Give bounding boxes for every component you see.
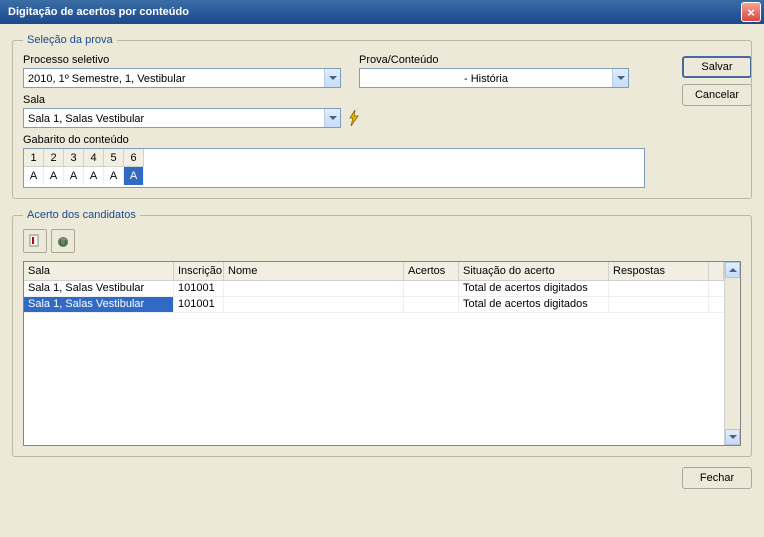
- cell-inscricao: 101001: [174, 281, 224, 296]
- close-button[interactable]: ×: [741, 2, 761, 22]
- combo-prova[interactable]: - História: [359, 68, 629, 88]
- table-row[interactable]: Sala 1, Salas Vestibular101001 Total de a…: [24, 281, 724, 297]
- table-row[interactable]: Sala 1, Salas Vestibular101001 Total de a…: [24, 297, 724, 313]
- window-title: Digitação de acertos por conteúdo: [8, 6, 189, 18]
- label-prova: Prova/Conteúdo: [359, 54, 629, 66]
- label-gabarito: Gabarito do conteúdo: [23, 134, 741, 146]
- close-bottom-button[interactable]: Fechar: [682, 467, 752, 489]
- add-row-button[interactable]: [23, 229, 47, 253]
- label-processo: Processo seletivo: [23, 54, 341, 66]
- cell-nome: [224, 297, 404, 312]
- scroll-down-icon[interactable]: [725, 429, 740, 445]
- gabarito-value-cell[interactable]: A: [44, 167, 64, 185]
- cell-acertos: [404, 281, 459, 296]
- cell-inscricao: 101001: [174, 297, 224, 312]
- gabarito-header-cell: 1: [24, 149, 44, 167]
- column-header-sala[interactable]: Sala: [24, 262, 174, 280]
- trash-icon: [56, 234, 70, 248]
- candidates-grid[interactable]: SalaInscriçãoNomeAcertosSituação do acer…: [23, 261, 741, 446]
- vertical-scrollbar[interactable]: [724, 262, 740, 445]
- gabarito-value-cell[interactable]: A: [84, 167, 104, 185]
- legend-acerto: Acerto dos candidatos: [23, 209, 140, 221]
- cell-acertos: [404, 297, 459, 312]
- column-header-respostas[interactable]: Respostas: [609, 262, 709, 280]
- gabarito-value-cell[interactable]: A: [104, 167, 124, 185]
- column-header-acertos[interactable]: Acertos: [404, 262, 459, 280]
- gabarito-grid[interactable]: 1A2A3A4A5A6A: [23, 148, 645, 188]
- column-header-inscricao[interactable]: Inscrição: [174, 262, 224, 280]
- cell-nome: [224, 281, 404, 296]
- cell-sala: Sala 1, Salas Vestibular: [24, 281, 174, 296]
- gabarito-value-cell[interactable]: A: [124, 167, 144, 185]
- gabarito-header-cell: 2: [44, 149, 64, 167]
- gabarito-value-cell[interactable]: A: [64, 167, 84, 185]
- column-header-spacer: [709, 262, 724, 280]
- combo-processo[interactable]: 2010, 1º Semestre, 1, Vestibular: [23, 68, 341, 88]
- document-icon: [28, 234, 42, 248]
- legend-selecao: Seleção da prova: [23, 34, 117, 46]
- scroll-up-icon[interactable]: [725, 262, 740, 278]
- fieldset-acerto-candidatos: Acerto dos candidatos SalaInscriçãoNomeA…: [12, 209, 752, 457]
- column-header-nome[interactable]: Nome: [224, 262, 404, 280]
- gabarito-header-cell: 4: [84, 149, 104, 167]
- gabarito-value-cell[interactable]: A: [24, 167, 44, 185]
- close-icon: ×: [747, 5, 755, 20]
- cell-sala: Sala 1, Salas Vestibular: [24, 297, 174, 312]
- label-sala: Sala: [23, 94, 363, 106]
- combo-sala[interactable]: Sala 1, Salas Vestibular: [23, 108, 341, 128]
- combo-prova-value: - História: [360, 69, 612, 87]
- fieldset-selecao-prova: Seleção da prova Processo seletivo 2010,…: [12, 34, 752, 199]
- cell-respostas: [609, 281, 709, 296]
- gabarito-header-cell: 5: [104, 149, 124, 167]
- cell-respostas: [609, 297, 709, 312]
- chevron-down-icon[interactable]: [324, 109, 340, 127]
- delete-button[interactable]: [51, 229, 75, 253]
- chevron-down-icon[interactable]: [612, 69, 628, 87]
- cell-situacao: Total de acertos digitados: [459, 281, 609, 296]
- cell-situacao: Total de acertos digitados: [459, 297, 609, 312]
- column-header-situacao[interactable]: Situação do acerto: [459, 262, 609, 280]
- combo-processo-value: 2010, 1º Semestre, 1, Vestibular: [24, 69, 324, 87]
- gabarito-header-cell: 3: [64, 149, 84, 167]
- chevron-down-icon[interactable]: [324, 69, 340, 87]
- grid-header: SalaInscriçãoNomeAcertosSituação do acer…: [24, 262, 724, 281]
- titlebar: Digitação de acertos por conteúdo ×: [0, 0, 764, 24]
- gabarito-header-cell: 6: [124, 149, 144, 167]
- lightning-icon[interactable]: [345, 108, 363, 128]
- combo-sala-value: Sala 1, Salas Vestibular: [24, 109, 324, 127]
